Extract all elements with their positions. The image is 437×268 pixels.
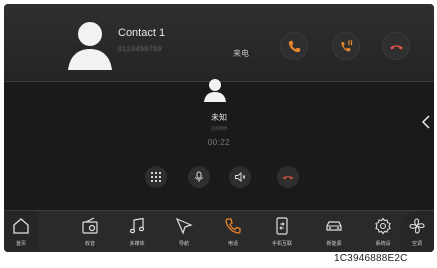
dialpad-icon <box>151 172 161 182</box>
music-icon <box>129 217 145 234</box>
chevron-left-icon[interactable] <box>420 114 432 130</box>
dock-item-air-conditioning[interactable]: 空调 <box>400 211 434 252</box>
dock-item-radio[interactable]: 收音 <box>73 211 107 252</box>
answer-hold-button[interactable] <box>332 32 360 60</box>
dock-label: 手机互联 <box>271 241 292 247</box>
caller-number: 10086 <box>210 126 228 132</box>
dock-item-new-energy[interactable]: 新能源 <box>317 211 351 252</box>
dock-label: 电话 <box>227 241 238 247</box>
bottom-dock: 首页 收音 多媒体 导航 电话 手机互联 新能源 系统设 空调 <box>4 210 434 252</box>
dock-item-phone[interactable]: 电话 <box>216 211 250 252</box>
dock-label: 新能源 <box>326 241 342 247</box>
phone-icon <box>225 218 241 234</box>
car-icon <box>326 221 342 231</box>
fan-icon <box>409 218 425 234</box>
phone-pause-icon <box>341 39 352 51</box>
dock-label: 多媒体 <box>129 241 145 247</box>
image-code: 1C3946888E2C <box>334 253 408 264</box>
hang-up-icon <box>389 44 403 50</box>
contact-avatar-icon <box>68 22 112 70</box>
phone-icon <box>288 40 300 52</box>
infotainment-screen: Contact 1 0123456789 来电 未知 10086 00:22 首… <box>4 4 434 252</box>
incoming-call-banner: Contact 1 0123456789 来电 <box>4 4 434 82</box>
caller-avatar-icon <box>204 79 226 102</box>
dock-item-navigation[interactable]: 导航 <box>167 211 201 252</box>
microphone-icon <box>195 171 203 182</box>
navigation-icon <box>175 217 193 235</box>
home-icon <box>13 218 29 234</box>
dock-label: 导航 <box>178 241 189 247</box>
dock-label: 收音 <box>84 241 95 247</box>
mute-button[interactable] <box>188 166 210 188</box>
hang-up-button[interactable] <box>277 166 299 188</box>
contact-number: 0123456789 <box>118 46 162 53</box>
dock-label: 首页 <box>15 241 26 247</box>
incoming-call-label: 来电 <box>233 49 249 58</box>
call-duration: 00:22 <box>207 138 231 147</box>
speaker-button[interactable] <box>229 166 251 188</box>
speaker-icon <box>235 171 246 183</box>
dock-label: 空调 <box>411 241 422 247</box>
dock-item-media[interactable]: 多媒体 <box>120 211 154 252</box>
dialpad-button[interactable] <box>145 166 167 188</box>
phone-link-icon <box>276 217 288 235</box>
dock-item-phone-link[interactable]: 手机互联 <box>265 211 299 252</box>
hang-up-icon <box>283 176 293 180</box>
answer-button[interactable] <box>280 32 308 60</box>
caller-name: 未知 <box>211 113 227 122</box>
gear-icon <box>375 217 391 235</box>
contact-name: Contact 1 <box>118 27 166 39</box>
radio-icon <box>82 217 98 234</box>
decline-button[interactable] <box>382 32 410 60</box>
dock-item-home[interactable]: 首页 <box>4 211 38 252</box>
